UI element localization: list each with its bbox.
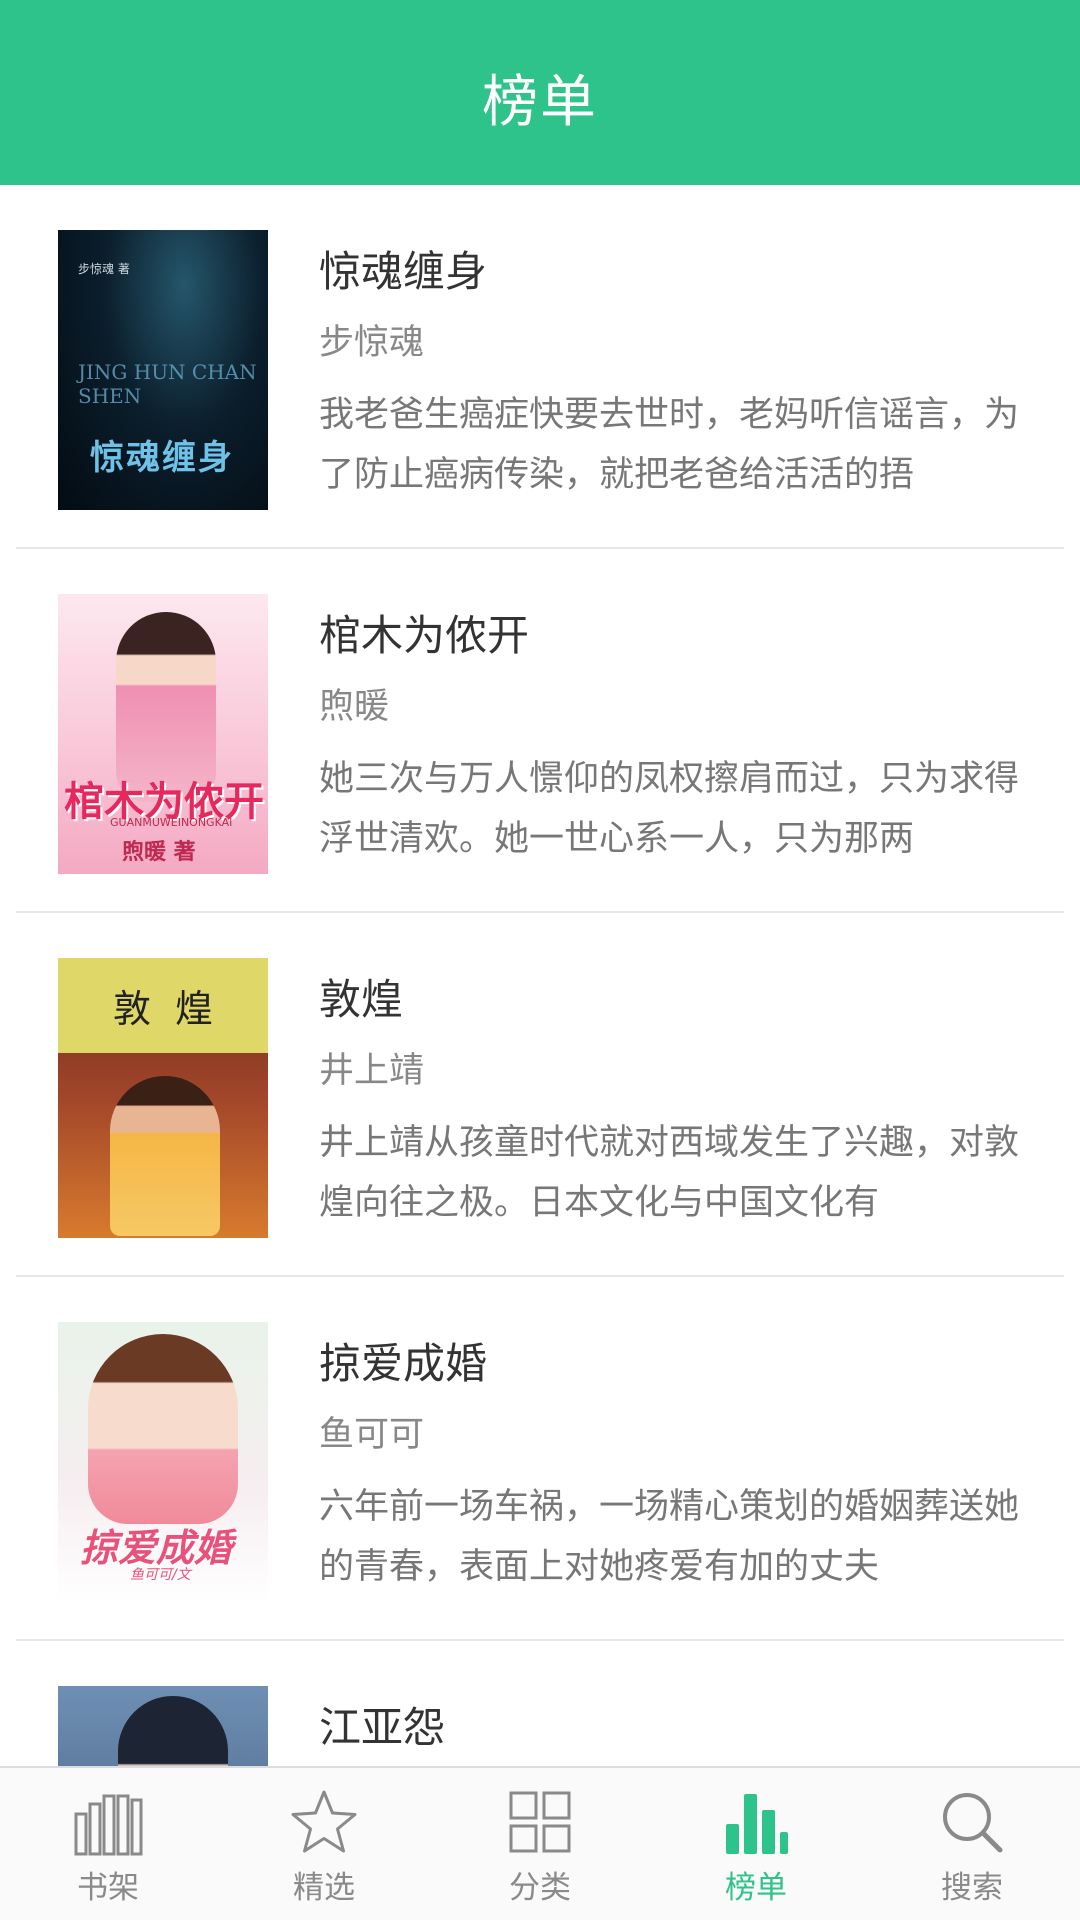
book-cover[interactable]: 敦煌 (58, 958, 268, 1238)
book-author: 步惊魂 (319, 323, 425, 363)
tab-label: 分类 (509, 1870, 571, 1906)
bookshelf-icon (74, 1794, 143, 1856)
cover-latin-text: JING HUN CHAN SHEN (78, 360, 257, 408)
bottom-tab-bar: 书架 精选 分类 榜单 搜索 (0, 1766, 1080, 1920)
book-info: 敦煌 井上靖 井上靖从孩童时代就对西域发生了兴趣，对敦煌向往之极。日本文化与中国… (319, 971, 1026, 1233)
tab-label: 榜单 (725, 1870, 787, 1906)
cover-author-text: 鱼可可/文 (130, 1567, 191, 1583)
book-info: 掠爱成婚 鱼可可 六年前一场车祸，一场精心策划的婚姻葬送她的青春，表面上对她疼爱… (319, 1335, 1026, 1597)
book-title: 江亚怨 (319, 1703, 446, 1752)
book-cover[interactable]: 步惊魂 著 JING HUN CHAN SHEN 惊魂缠身 (58, 230, 268, 510)
book-author: 煦暖 (319, 687, 390, 727)
top-bar: 榜单 (0, 0, 1080, 185)
cover-title-text: 惊魂缠身 (90, 438, 234, 478)
book-ranking-list[interactable]: 步惊魂 著 JING HUN CHAN SHEN 惊魂缠身 惊魂缠身 步惊魂 我… (0, 185, 1080, 1766)
cover-latin-text: GUANMUWEINONGKAI (110, 816, 233, 829)
book-list-item[interactable]: 步惊魂 著 JING HUN CHAN SHEN 惊魂缠身 惊魂缠身 步惊魂 我… (16, 185, 1064, 549)
tab-category[interactable]: 分类 (432, 1768, 648, 1920)
book-info: 江亚怨 (319, 1699, 1026, 1757)
book-description: 她三次与万人憬仰的凤权擦肩而过，只为求得浮世清欢。她一世心系一人，只为那两 (319, 759, 1020, 859)
book-author: 井上靖 (319, 1051, 425, 1091)
book-title: 惊魂缠身 (319, 247, 488, 296)
bar-chart-icon (726, 1794, 788, 1854)
book-list-item[interactable]: 掠爱成婚 鱼可可/文 掠爱成婚 鱼可可 六年前一场车祸，一场精心策划的婚姻葬送她… (16, 1277, 1064, 1641)
star-icon (291, 1790, 357, 1853)
grid-icon (509, 1791, 571, 1853)
book-list-item[interactable]: 棺木为侬开 GUANMUWEINONGKAI 煦暖 著 棺木为侬开 煦暖 她三次… (16, 549, 1064, 913)
tab-label: 书架 (77, 1870, 139, 1906)
book-list-item[interactable]: 江亚怨 (16, 1641, 1064, 1766)
cover-illustration (118, 1696, 228, 1766)
book-cover[interactable]: 棺木为侬开 GUANMUWEINONGKAI 煦暖 著 (58, 594, 268, 874)
book-description: 六年前一场车祸，一场精心策划的婚姻葬送她的青春，表面上对她疼爱有加的丈夫 (319, 1487, 1020, 1587)
search-icon (943, 1793, 1003, 1853)
app-screen: 榜单 步惊魂 著 JING HUN CHAN SHEN 惊魂缠身 惊魂缠身 步惊… (0, 0, 1080, 1920)
tab-ranking[interactable]: 榜单 (648, 1768, 864, 1920)
book-cover[interactable] (58, 1686, 268, 1766)
book-title: 敦煌 (319, 975, 404, 1024)
book-author: 鱼可可 (319, 1415, 425, 1455)
cover-author-text: 步惊魂 著 (78, 262, 130, 276)
book-list-item[interactable]: 敦煌 敦煌 井上靖 井上靖从孩童时代就对西域发生了兴趣，对敦煌向往之极。日本文化… (16, 913, 1064, 1277)
book-description: 我老爸生癌症快要去世时，老妈听信谣言，为了防止癌病传染，就把老爸给活活的捂 (319, 395, 1020, 495)
book-info: 棺木为侬开 煦暖 她三次与万人憬仰的凤权擦肩而过，只为求得浮世清欢。她一世心系一… (319, 607, 1026, 869)
page-title: 榜单 (482, 70, 598, 135)
cover-title-text: 敦煌 (112, 987, 237, 1031)
tab-label: 精选 (293, 1870, 355, 1906)
tab-featured[interactable]: 精选 (216, 1768, 432, 1920)
cover-title-band: 敦煌 (58, 958, 268, 1053)
book-title: 棺木为侬开 (319, 611, 530, 660)
tab-bookshelf[interactable]: 书架 (0, 1768, 216, 1920)
tab-search[interactable]: 搜索 (864, 1768, 1080, 1920)
book-cover[interactable]: 掠爱成婚 鱼可可/文 (58, 1322, 268, 1602)
book-info: 惊魂缠身 步惊魂 我老爸生癌症快要去世时，老妈听信谣言，为了防止癌病传染，就把老… (319, 243, 1026, 505)
book-title: 掠爱成婚 (319, 1339, 488, 1388)
book-description: 井上靖从孩童时代就对西域发生了兴趣，对敦煌向往之极。日本文化与中国文化有 (319, 1123, 1020, 1223)
cover-illustration (110, 1076, 220, 1236)
cover-illustration (88, 1334, 238, 1524)
tab-label: 搜索 (941, 1870, 1003, 1906)
cover-author-text: 煦暖 著 (122, 839, 196, 865)
